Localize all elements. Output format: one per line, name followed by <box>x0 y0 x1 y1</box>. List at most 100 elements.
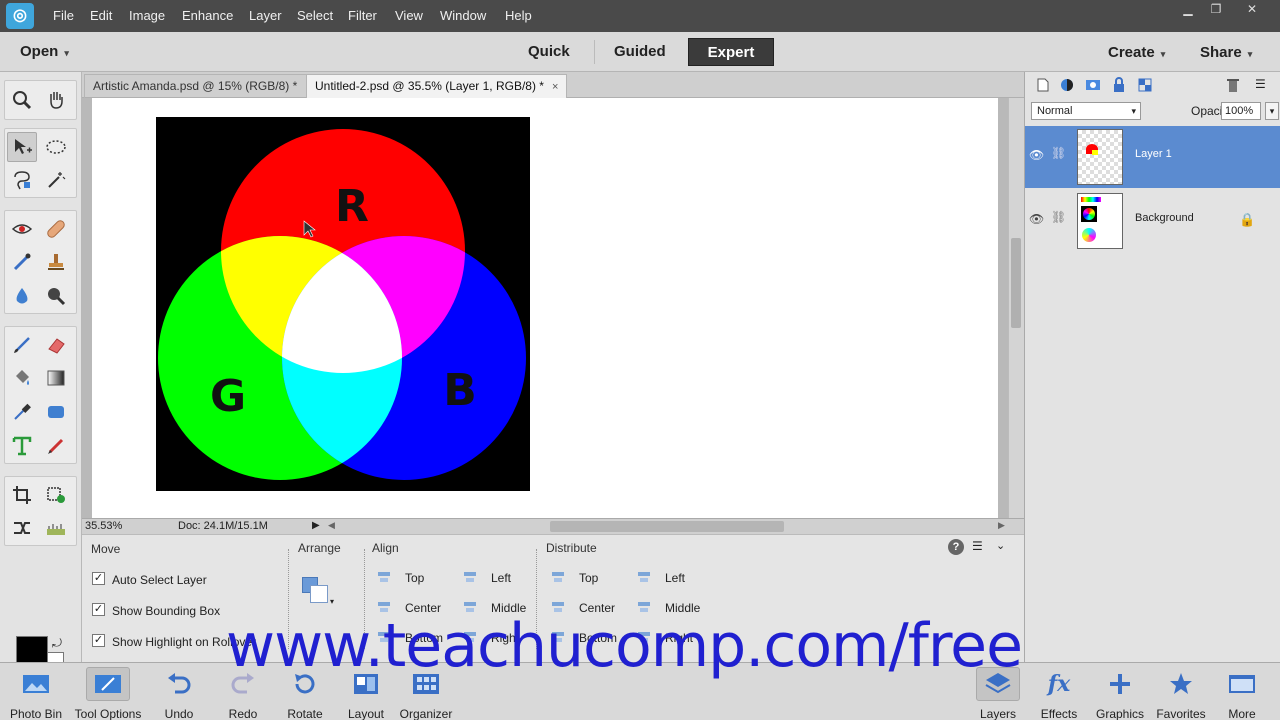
align-top-icon[interactable] <box>376 570 392 584</box>
arrange-header: Arrange <box>298 541 341 555</box>
healing-brush-tool[interactable] <box>41 214 71 244</box>
scroll-left-icon[interactable]: ◀ <box>328 520 335 531</box>
lasso-tool[interactable] <box>7 165 37 195</box>
paint-bucket-tool[interactable] <box>7 363 37 393</box>
layer-name[interactable]: Layer 1 <box>1135 148 1172 160</box>
content-aware-move-tool[interactable] <box>7 513 37 543</box>
eyedropper-tool[interactable] <box>7 397 37 427</box>
type-tool[interactable] <box>7 431 37 461</box>
link-icon[interactable]: ⛓ <box>1051 146 1066 160</box>
tab-untitled-2[interactable]: Untitled-2.psd @ 35.5% (Layer 1, RGB/8) … <box>306 74 568 98</box>
move-tool[interactable] <box>7 132 37 162</box>
tab-artistic-amanda[interactable]: Artistic Amanda.psd @ 15% (RGB/8) *× <box>84 74 321 98</box>
magic-wand-tool[interactable] <box>41 165 71 195</box>
menu-enhance[interactable]: Enhance <box>182 8 233 23</box>
guided-mode-button[interactable]: Guided <box>614 43 666 60</box>
minimize-icon[interactable]: ▁ <box>1178 2 1198 16</box>
vertical-scroll-thumb[interactable] <box>1011 238 1021 328</box>
photo-bin-button[interactable]: Photo Bin <box>0 667 72 720</box>
quick-mode-button[interactable]: Quick <box>528 43 570 60</box>
new-layer-icon[interactable] <box>1035 77 1051 93</box>
layer-row[interactable]: 👁 ⛓ Layer 1 <box>1025 126 1280 188</box>
arrange-button[interactable]: ▾ <box>302 577 334 607</box>
share-button[interactable]: Share ▾ <box>1200 44 1252 61</box>
menu-filter[interactable]: Filter <box>348 8 377 23</box>
expert-mode-button[interactable]: Expert <box>688 38 774 66</box>
smart-brush-tool[interactable] <box>7 247 37 277</box>
restore-icon[interactable]: ❐ <box>1206 2 1226 16</box>
recompose-tool[interactable] <box>41 480 71 510</box>
horizontal-scroll-thumb[interactable] <box>550 521 784 532</box>
status-menu-arrow-icon[interactable]: ▶ <box>312 520 320 531</box>
gradient-tool[interactable] <box>41 363 71 393</box>
hand-tool[interactable] <box>41 85 71 115</box>
show-bounding-box-checkbox[interactable]: ✓ <box>92 603 105 616</box>
vertical-scrollbar[interactable] <box>1008 98 1024 518</box>
shape-tool[interactable] <box>41 397 71 427</box>
brush-tool[interactable] <box>7 330 37 360</box>
distribute-top-icon[interactable] <box>550 570 566 584</box>
pencil-tool[interactable] <box>41 431 71 461</box>
auto-select-layer-checkbox[interactable]: ✓ <box>92 572 105 585</box>
opacity-input[interactable]: 100% <box>1221 102 1261 120</box>
visibility-eye-icon[interactable]: 👁 <box>1029 212 1044 226</box>
layer-name[interactable]: Background <box>1135 212 1194 224</box>
zoom-level[interactable]: 35.53% <box>85 520 122 532</box>
create-button[interactable]: Create ▾ <box>1108 44 1165 61</box>
document-tab-bar: Artistic Amanda.psd @ 15% (RGB/8) *× Unt… <box>82 72 1024 98</box>
close-window-icon[interactable]: ✕ <box>1242 2 1262 16</box>
layers-menu-icon[interactable]: ☰ <box>1255 77 1271 93</box>
blur-tool[interactable] <box>7 281 37 311</box>
distribute-left-icon[interactable] <box>636 570 652 584</box>
menu-select[interactable]: Select <box>297 8 333 23</box>
align-left-icon[interactable] <box>462 570 478 584</box>
help-icon[interactable]: ? <box>948 539 964 555</box>
marquee-tool[interactable] <box>41 132 71 162</box>
background-lock-icon[interactable]: 🔒 <box>1239 212 1255 228</box>
adjustment-layer-icon[interactable] <box>1059 77 1075 93</box>
delete-layer-icon[interactable] <box>1225 77 1241 93</box>
visibility-eye-icon[interactable]: 👁 <box>1029 148 1044 162</box>
lock-all-icon[interactable] <box>1111 77 1127 93</box>
tool-options-button[interactable]: Tool Options <box>72 667 144 720</box>
layer-row[interactable]: 👁 ⛓ Background 🔒 <box>1025 190 1280 252</box>
sponge-tool[interactable] <box>41 281 71 311</box>
eraser-tool[interactable] <box>41 330 71 360</box>
undo-button[interactable]: Undo <box>143 667 215 720</box>
menu-file[interactable]: File <box>53 8 74 23</box>
panel-menu-icon[interactable]: ☰ <box>972 539 983 553</box>
document-canvas[interactable]: R G B <box>92 98 998 518</box>
open-button[interactable]: Open ▾ <box>20 43 69 60</box>
menu-edit[interactable]: Edit <box>90 8 112 23</box>
menu-layer[interactable]: Layer <box>249 8 282 23</box>
zoom-tool[interactable] <box>7 85 37 115</box>
lock-transparent-icon[interactable] <box>1137 77 1153 93</box>
swap-colors-icon[interactable]: ⤾ <box>52 636 62 651</box>
canvas-area[interactable]: R G B <box>82 98 1008 518</box>
menu-help[interactable]: Help <box>505 8 532 23</box>
link-icon[interactable]: ⛓ <box>1051 210 1066 224</box>
distribute-header: Distribute <box>546 541 597 555</box>
hand-icon <box>50 92 63 109</box>
crop-tool[interactable] <box>7 480 37 510</box>
distribute-left-label[interactable]: Left <box>665 571 685 585</box>
blend-mode-select[interactable]: Normal ▾ <box>1031 102 1141 120</box>
more-button[interactable]: More <box>1206 667 1278 720</box>
distribute-top-label[interactable]: Top <box>579 571 598 585</box>
opacity-dropdown-icon[interactable]: ▾ <box>1265 102 1279 120</box>
label-g: G <box>210 371 246 422</box>
straighten-tool[interactable] <box>41 513 71 543</box>
align-top-label[interactable]: Top <box>405 571 424 585</box>
show-highlight-checkbox[interactable]: ✓ <box>92 634 105 647</box>
rgb-venn-artwork[interactable]: R G B <box>156 117 530 491</box>
close-tab-icon[interactable]: × <box>552 81 558 93</box>
menu-window[interactable]: Window <box>440 8 486 23</box>
menu-image[interactable]: Image <box>129 8 165 23</box>
scroll-right-icon[interactable]: ▶ <box>998 520 1005 531</box>
align-left-label[interactable]: Left <box>491 571 511 585</box>
menu-view[interactable]: View <box>395 8 423 23</box>
red-eye-tool[interactable] <box>7 214 37 244</box>
clone-stamp-tool[interactable] <box>41 247 71 277</box>
collapse-panel-icon[interactable]: ⌄ <box>996 539 1005 552</box>
layer-mask-icon[interactable] <box>1085 77 1101 93</box>
